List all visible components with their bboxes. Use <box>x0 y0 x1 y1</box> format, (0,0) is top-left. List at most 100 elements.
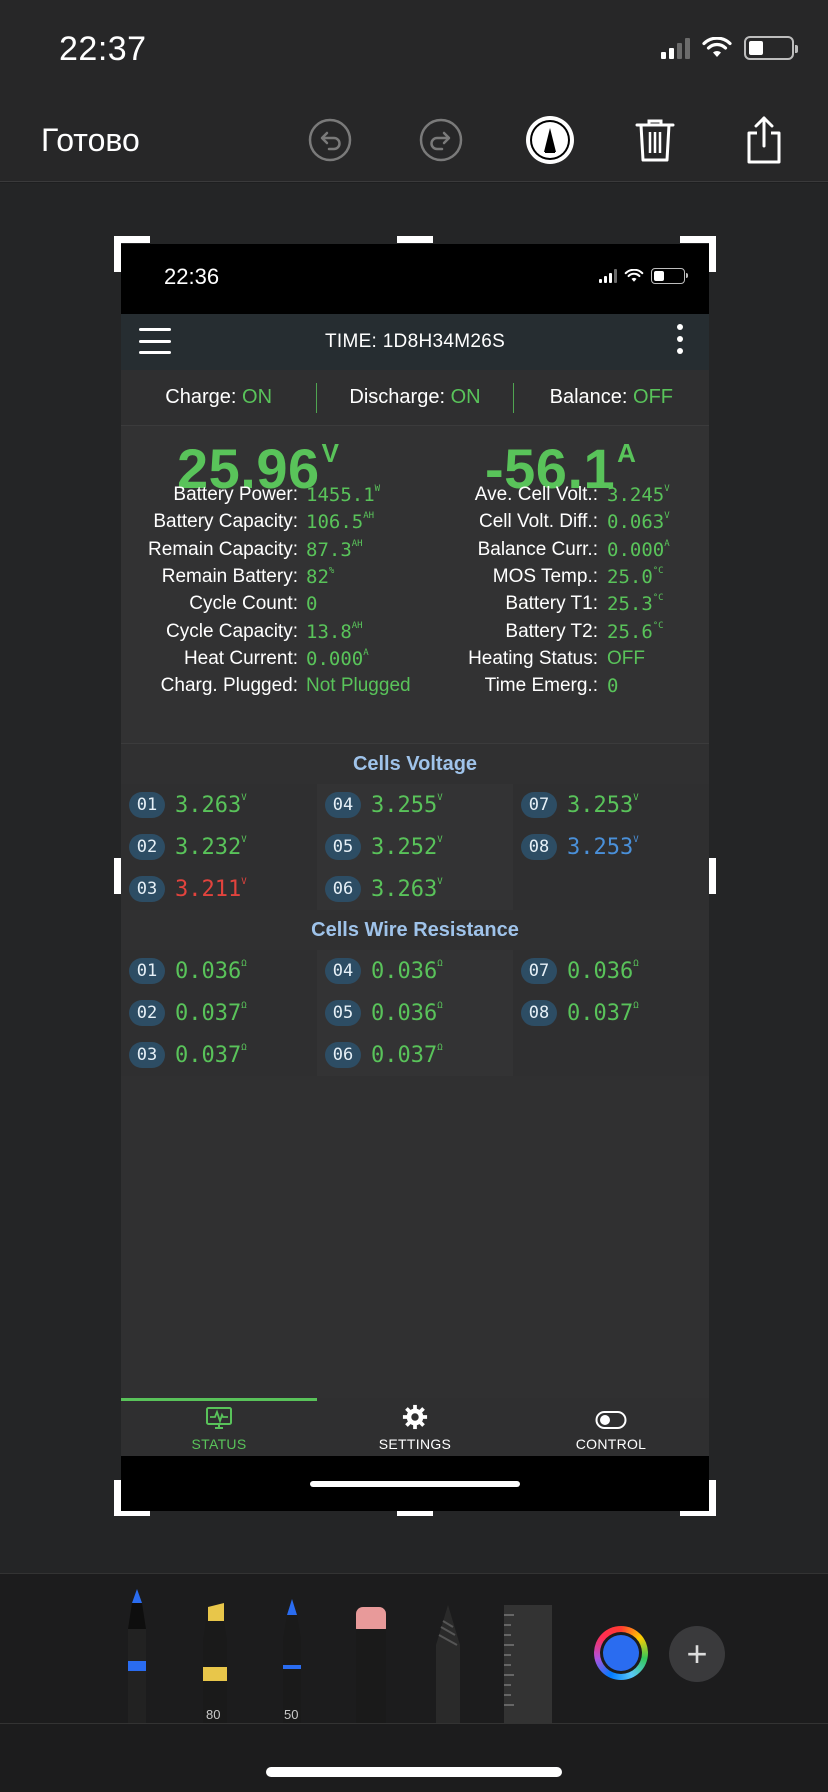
pencil-tool-icon[interactable] <box>275 1599 309 1723</box>
crop-handle-right-middle[interactable] <box>709 858 716 894</box>
lasso-tool-icon[interactable] <box>430 1605 466 1723</box>
cell-value-text: 3.211 <box>175 876 242 902</box>
add-tool-button[interactable]: + <box>669 1626 725 1682</box>
crop-handle-bottom-right-v[interactable] <box>709 1480 716 1516</box>
eraser-tool-icon[interactable] <box>352 1607 390 1723</box>
redo-button[interactable] <box>413 112 469 168</box>
cell-value: 0.037Ω <box>567 1001 639 1026</box>
markup-pen-button[interactable] <box>522 112 578 168</box>
cell-value-text: 3.253 <box>567 834 634 860</box>
metric-value-text: OFF <box>607 647 645 669</box>
cell-value-text: 0.036 <box>175 958 242 984</box>
more-options-icon[interactable] <box>677 324 683 354</box>
cell-index-badge: 06 <box>325 1042 361 1068</box>
cell-index-badge: 03 <box>129 1042 165 1068</box>
ruler-tool-icon[interactable] <box>502 1605 554 1723</box>
tab-control[interactable]: CONTROL <box>513 1398 709 1456</box>
metric-label: Ave. Cell Volt.: <box>474 484 598 505</box>
metric-value-text: 0 <box>607 675 619 698</box>
share-button[interactable] <box>736 112 792 168</box>
cell-item: 01 3.263V <box>121 784 317 826</box>
balance-value: OFF <box>633 386 674 408</box>
metric-value-text: 3.245 <box>607 484 665 506</box>
pen-tool-icon[interactable] <box>119 1589 155 1723</box>
selected-color-swatch <box>603 1635 639 1671</box>
discharge-status: Discharge: ON <box>317 386 512 409</box>
charge-label: Charge: <box>165 386 237 408</box>
metric-value: 0.063V <box>607 511 670 533</box>
cell-item: 07 3.253V <box>513 784 709 826</box>
cell-unit: V <box>241 792 247 803</box>
metric-label: Heating Status: <box>468 647 598 669</box>
cell-value: 3.263V <box>175 793 247 818</box>
metric-unit: V <box>664 484 670 494</box>
os-status-bar: 22:37 <box>0 0 828 100</box>
metric-row: Cell Volt. Diff.: 0.063V <box>121 511 709 539</box>
done-button[interactable]: Готово <box>41 122 140 159</box>
cell-unit: Ω <box>437 1000 443 1011</box>
metric-value: 0 <box>607 675 618 697</box>
crop-handle-top-right-v[interactable] <box>709 236 716 272</box>
metric-value: 25.3°C <box>607 593 664 615</box>
tab-settings[interactable]: SETTINGS <box>317 1398 513 1456</box>
metric-label: Balance Curr.: <box>477 538 598 560</box>
cells-resistance-title: Cells Wire Resistance <box>121 910 709 950</box>
status-divider <box>316 382 318 413</box>
charge-value: ON <box>242 386 273 408</box>
crop-handle-bottom-left-v[interactable] <box>114 1480 121 1516</box>
status-divider <box>512 382 514 413</box>
tab-status[interactable]: STATUS <box>121 1398 317 1456</box>
undo-button[interactable] <box>302 112 358 168</box>
metric-value: 25.0°C <box>607 566 664 588</box>
marker-size-label: 80 <box>206 1707 221 1722</box>
cell-unit: Ω <box>241 1042 247 1053</box>
crop-handle-left-middle[interactable] <box>114 858 121 894</box>
home-indicator[interactable] <box>266 1767 562 1777</box>
cell-index-badge: 06 <box>325 876 361 902</box>
cell-item: 07 0.036Ω <box>513 950 709 992</box>
tool-palette: 80 50 + <box>0 1573 828 1723</box>
uptime-title: TIME: 1D8H34M26S <box>324 331 506 352</box>
cell-value-text: 0.036 <box>567 958 634 984</box>
cell-item: 03 0.037Ω <box>121 1034 317 1076</box>
cell-value: 3.253V <box>567 793 639 818</box>
cell-item: 02 3.232V <box>121 826 317 868</box>
cell-unit: Ω <box>241 958 247 969</box>
markup-canvas: 22:36 TIME: 1D8H34M26S Charge: ON Discha… <box>0 183 828 1573</box>
cell-value: 3.253V <box>567 835 639 860</box>
bottom-tab-bar: STATUS SETTINGS CONTROL <box>121 1398 709 1456</box>
metric-label: Time Emerg.: <box>484 675 598 697</box>
cell-item: 04 0.036Ω <box>317 950 513 992</box>
crop-handle-top-left-v[interactable] <box>114 236 121 272</box>
cell-value: 3.232V <box>175 835 247 860</box>
cell-item: 02 0.037Ω <box>121 992 317 1034</box>
delete-button[interactable] <box>627 112 683 168</box>
color-picker-button[interactable] <box>594 1626 648 1680</box>
cell-index-badge: 03 <box>129 876 165 902</box>
crop-handle-top-middle[interactable] <box>397 236 433 243</box>
cell-value: 3.252V <box>371 835 443 860</box>
cell-index-badge: 07 <box>521 958 557 984</box>
cell-value: 0.036Ω <box>371 1001 443 1026</box>
cell-row: 01 0.036Ω 04 0.036Ω 07 0.036Ω <box>121 950 709 992</box>
metric-unit: °C <box>652 565 664 576</box>
cell-value: 0.037Ω <box>175 1001 247 1026</box>
tab-label: SETTINGS <box>378 1436 452 1452</box>
cell-item: 08 0.037Ω <box>513 992 709 1034</box>
inner-status-bar: 22:36 <box>121 244 709 314</box>
cell-index-badge: 02 <box>129 1000 165 1026</box>
cell-unit: Ω <box>633 1000 639 1011</box>
cell-unit: Ω <box>437 1042 443 1053</box>
cell-index-badge: 01 <box>129 792 165 818</box>
cells-resistance-grid: 01 0.036Ω 04 0.036Ω 07 0.036Ω 02 0.037Ω 05 0.036Ω… <box>121 950 709 1076</box>
cell-unit: Ω <box>241 1000 247 1011</box>
cell-index-badge: 05 <box>325 1000 361 1026</box>
marker-tool-icon[interactable] <box>196 1603 234 1723</box>
menu-icon[interactable] <box>139 328 171 354</box>
metric-value-text: 25.0 <box>607 565 653 588</box>
os-home-area <box>0 1723 828 1792</box>
cells-voltage-grid: 01 3.263V 04 3.255V 07 3.253V 02 3.232V 05 3.252V… <box>121 784 709 910</box>
metric-unit: °C <box>652 620 664 631</box>
redo-icon <box>419 118 463 162</box>
toggle-icon <box>595 1410 627 1436</box>
